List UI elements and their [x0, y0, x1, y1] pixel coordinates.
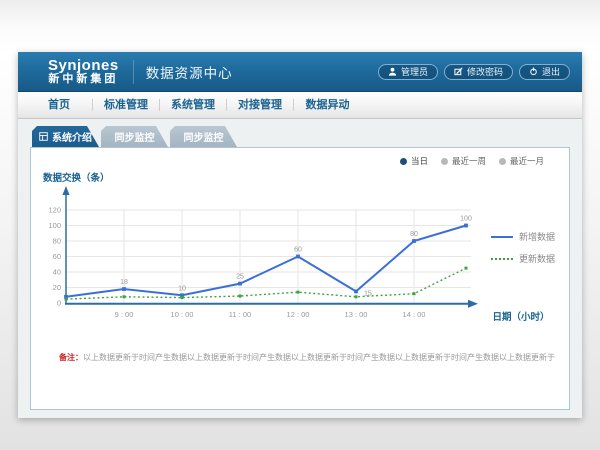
svg-text:12 : 00: 12 : 00 — [287, 310, 310, 319]
header-action-label: 管理员 — [401, 65, 428, 78]
app-header: Synjones 新中新集团 数据资源中心 管理员 修改密码 退出 — [18, 52, 582, 92]
radio-dot-icon — [400, 158, 407, 165]
header-action-admin[interactable]: 管理员 — [378, 64, 438, 80]
footer-note: 备注：以上数据更新于时间产生数据以上数据更新于时间产生数据以上数据更新于时间产生… — [59, 352, 563, 363]
svg-text:10 : 00: 10 : 00 — [171, 310, 194, 319]
svg-text:100: 100 — [48, 221, 61, 230]
nav-item-3[interactable]: 对接管理 — [227, 99, 294, 111]
nav-item-1[interactable]: 标准管理 — [93, 99, 160, 111]
app-title: 数据资源中心 — [146, 62, 233, 82]
line-chart: 0 20 40 60 80 100 120 9 : 00 10 : 00 11 : 00 12 : … — [37, 170, 565, 355]
svg-text:18: 18 — [120, 279, 128, 286]
legend-swatch-icon — [491, 258, 513, 260]
nav-item-2[interactable]: 系统管理 — [160, 99, 227, 111]
header-action-label: 修改密码 — [467, 65, 503, 78]
svg-text:日期（小时）: 日期（小时） — [492, 311, 549, 323]
svg-text:40: 40 — [53, 268, 61, 277]
svg-text:14 : 00: 14 : 00 — [403, 310, 426, 319]
header-action-logout[interactable]: 退出 — [519, 64, 570, 80]
filter-label: 最近一周 — [452, 155, 486, 167]
svg-text:20: 20 — [53, 283, 61, 292]
power-icon — [529, 67, 538, 76]
header-divider — [133, 60, 134, 84]
header-action-label: 退出 — [542, 65, 560, 78]
brand-logo-en: Synjones — [48, 58, 119, 74]
legend-item-0[interactable]: 新增数据 — [491, 230, 555, 243]
tab-2[interactable]: 同步监控 — [170, 126, 237, 147]
svg-text:9 : 00: 9 : 00 — [115, 310, 134, 319]
edit-icon — [454, 67, 463, 76]
chart-panel: 当日 最近一周 最近一月 0 20 40 60 80 100 120 9 : 00 10 : 00 1… — [30, 147, 570, 410]
legend-label: 更新数据 — [519, 252, 555, 265]
header-action-change-password[interactable]: 修改密码 — [444, 64, 513, 80]
svg-text:80: 80 — [53, 237, 61, 246]
radio-dot-icon — [499, 158, 506, 165]
svg-text:80: 80 — [410, 231, 418, 238]
svg-text:100: 100 — [460, 216, 472, 223]
svg-text:13 : 00: 13 : 00 — [345, 310, 368, 319]
legend-item-1[interactable]: 更新数据 — [491, 252, 555, 265]
range-filters: 当日 最近一周 最近一月 — [400, 155, 544, 167]
svg-text:60: 60 — [53, 252, 61, 261]
filter-0[interactable]: 当日 — [400, 155, 428, 167]
tab-label: 同步监控 — [184, 129, 224, 144]
svg-text:0: 0 — [57, 299, 61, 308]
svg-text:25: 25 — [236, 274, 244, 281]
tab-0[interactable]: 系统介绍 — [32, 126, 99, 147]
tab-label: 系统介绍 — [52, 129, 92, 144]
footer-note-text: 以上数据更新于时间产生数据以上数据更新于时间产生数据以上数据更新于时间产生数据以… — [83, 353, 555, 362]
svg-text:10: 10 — [178, 285, 186, 292]
page-card: Synjones 新中新集团 数据资源中心 管理员修改密码退出 首页标准管理系统… — [18, 52, 582, 418]
series-legend: 新增数据更新数据 — [491, 230, 555, 274]
svg-text:11 : 00: 11 : 00 — [229, 310, 251, 319]
filter-label: 当日 — [411, 155, 428, 167]
tab-1[interactable]: 同步监控 — [101, 126, 168, 147]
filter-label: 最近一月 — [510, 155, 544, 167]
legend-label: 新增数据 — [519, 230, 555, 243]
svg-text:数据交换（条）: 数据交换（条） — [42, 172, 110, 184]
footer-note-label: 备注： — [59, 353, 83, 362]
tab-bar: 系统介绍 同步监控 同步监控 — [32, 126, 237, 147]
radio-dot-icon — [441, 158, 448, 165]
nav-item-0[interactable]: 首页 — [26, 99, 93, 111]
svg-text:120: 120 — [48, 206, 61, 215]
content-area: 系统介绍 同步监控 同步监控 当日 最近一周 最近一月 0 20 40 60 80 100 120 9… — [18, 119, 582, 418]
nav-item-4[interactable]: 数据异动 — [294, 99, 361, 111]
brand-logo: Synjones 新中新集团 — [48, 58, 119, 85]
svg-text:60: 60 — [294, 247, 302, 254]
main-nav: 首页标准管理系统管理对接管理数据异动 — [18, 92, 582, 119]
filter-2[interactable]: 最近一月 — [499, 155, 544, 167]
user-icon — [388, 67, 397, 76]
form-icon — [39, 132, 48, 141]
tab-label: 同步监控 — [115, 129, 155, 144]
filter-1[interactable]: 最近一周 — [441, 155, 486, 167]
legend-swatch-icon — [491, 236, 513, 238]
header-actions: 管理员 修改密码 退出 — [378, 52, 570, 91]
brand-logo-cn: 新中新集团 — [48, 74, 119, 86]
